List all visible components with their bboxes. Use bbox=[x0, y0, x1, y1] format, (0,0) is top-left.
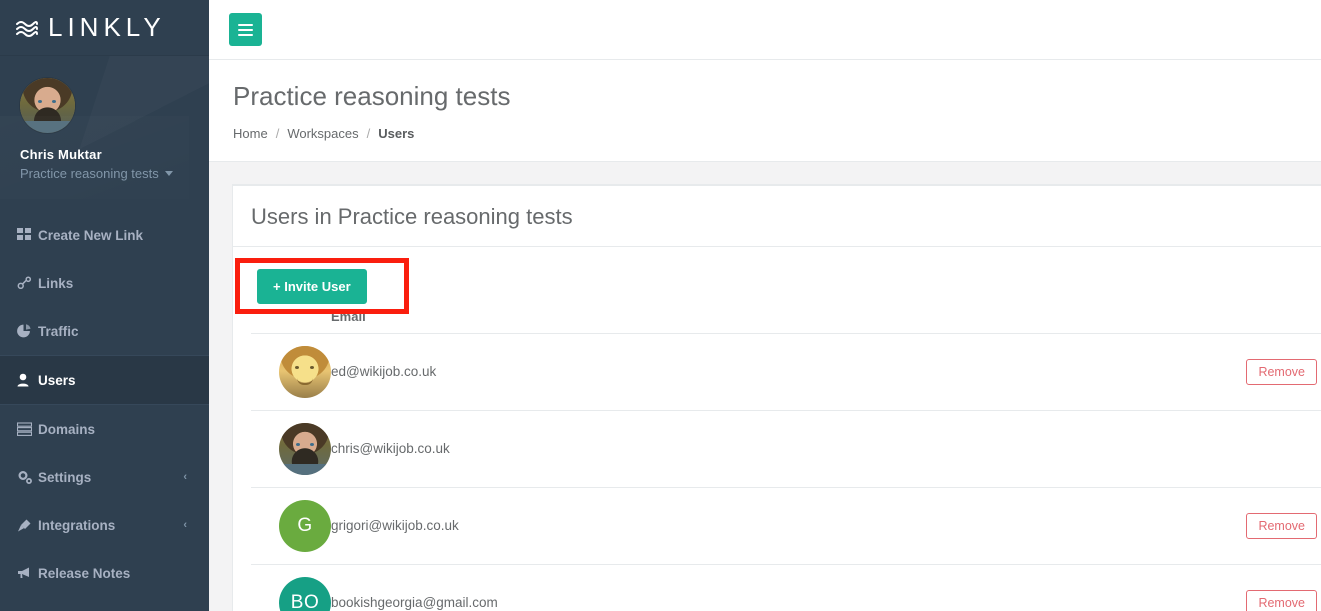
users-table: Email ed@wikijob.co.uk Remove chris@wiki… bbox=[251, 309, 1321, 611]
megaphone-icon bbox=[17, 566, 38, 580]
user-avatar-cell bbox=[251, 332, 331, 411]
breadcrumb-current: Users bbox=[378, 125, 415, 141]
user-action-cell bbox=[1203, 409, 1321, 488]
sidebar-item-label: Traffic bbox=[38, 323, 79, 339]
user-email: bookishgeorgia@gmail.com bbox=[331, 563, 1203, 611]
user-email: chris@wikijob.co.uk bbox=[331, 409, 1203, 488]
avatar-initials: G bbox=[297, 514, 313, 536]
workspace-name: Practice reasoning tests bbox=[20, 166, 159, 181]
page-title: Practice reasoning tests bbox=[233, 81, 511, 111]
topbar bbox=[209, 0, 1321, 60]
card-title: Users in Practice reasoning tests bbox=[251, 203, 573, 229]
card-body: + Invite User Email bbox=[233, 247, 1321, 611]
sidebar-item-label: Create New Link bbox=[38, 227, 144, 243]
sidebar-item-links[interactable]: Links bbox=[0, 259, 209, 307]
caret-down-icon bbox=[164, 171, 173, 176]
user-email: grigori@wikijob.co.uk bbox=[331, 486, 1203, 565]
waves-logo-icon bbox=[14, 17, 40, 39]
users-card: Users in Practice reasoning tests + Invi… bbox=[232, 183, 1321, 611]
hamburger-menu-icon[interactable] bbox=[229, 13, 262, 46]
email-column-header: Email bbox=[331, 308, 366, 324]
brand-logo[interactable]: LINKLY bbox=[0, 0, 209, 56]
users-table-body: ed@wikijob.co.uk Remove chris@wikijob.co… bbox=[251, 332, 1321, 611]
sidebar-item-help[interactable]: ? Help bbox=[0, 597, 209, 611]
invite-user-button-highlighted[interactable]: + Invite User bbox=[257, 269, 367, 304]
sidebar-profile: Chris Muktar Practice reasoning tests bbox=[0, 56, 209, 199]
sidebar-item-label: Users bbox=[38, 372, 76, 388]
user-action-cell: Remove bbox=[1203, 486, 1321, 565]
workspace-switcher[interactable]: Practice reasoning tests bbox=[20, 166, 209, 181]
avatar-column-header bbox=[251, 309, 331, 334]
avatar-initials: BO bbox=[290, 591, 320, 611]
remove-user-button[interactable]: Remove bbox=[1246, 358, 1317, 385]
user-avatar-cell: G bbox=[251, 486, 331, 565]
sidebar-item-settings[interactable]: Settings ‹ bbox=[0, 453, 209, 501]
breadcrumb: Home / Workspaces / Users bbox=[233, 126, 1297, 141]
sidebar-item-release-notes[interactable]: Release Notes bbox=[0, 549, 209, 597]
chevron-left-icon: ‹ bbox=[183, 470, 187, 483]
link-chain-icon bbox=[17, 276, 38, 290]
table-row: ed@wikijob.co.uk Remove bbox=[251, 332, 1321, 411]
pie-chart-icon bbox=[17, 324, 38, 338]
card-header: Users in Practice reasoning tests bbox=[233, 186, 1321, 247]
server-icon bbox=[17, 422, 38, 436]
chevron-left-icon: ‹ bbox=[183, 518, 187, 531]
sidebar-item-domains[interactable]: Domains bbox=[0, 405, 209, 453]
breadcrumb-separator: / bbox=[275, 125, 280, 141]
remove-user-button[interactable]: Remove bbox=[1246, 512, 1317, 539]
profile-name: Chris Muktar bbox=[20, 147, 102, 162]
user-action-cell: Remove bbox=[1203, 563, 1321, 611]
avatar: BO bbox=[279, 576, 331, 611]
gears-icon bbox=[17, 470, 38, 485]
breadcrumb-separator: / bbox=[366, 125, 371, 141]
remove-user-button[interactable]: Remove bbox=[1246, 589, 1317, 611]
plug-icon bbox=[17, 518, 38, 533]
action-column-header bbox=[1203, 309, 1321, 334]
table-header-row: Email bbox=[251, 309, 1321, 334]
sidebar: LINKLY Chris Muktar Practice reasoning t… bbox=[0, 0, 209, 611]
sidebar-item-label: Links bbox=[38, 275, 74, 291]
content-wrapper: Users in Practice reasoning tests + Invi… bbox=[209, 162, 1321, 611]
breadcrumb-home[interactable]: Home bbox=[233, 126, 268, 141]
user-icon bbox=[17, 373, 38, 387]
sidebar-item-label: Settings bbox=[38, 469, 92, 485]
sidebar-item-integrations[interactable]: Integrations ‹ bbox=[0, 501, 209, 549]
avatar bbox=[279, 345, 331, 398]
avatar: G bbox=[279, 499, 331, 552]
table-row: BO bookishgeorgia@gmail.com Remove bbox=[251, 563, 1321, 611]
main-content: Practice reasoning tests Home / Workspac… bbox=[209, 0, 1321, 611]
table-row: chris@wikijob.co.uk bbox=[251, 409, 1321, 488]
app-root: LINKLY Chris Muktar Practice reasoning t… bbox=[0, 0, 1321, 611]
users-table-head: Email bbox=[251, 309, 1321, 334]
page-header: Practice reasoning tests Home / Workspac… bbox=[209, 60, 1321, 162]
avatar bbox=[20, 78, 75, 133]
breadcrumb-workspaces[interactable]: Workspaces bbox=[287, 126, 358, 141]
invite-user-button-overlay[interactable]: + Invite User bbox=[257, 269, 367, 304]
sidebar-item-traffic[interactable]: Traffic bbox=[0, 307, 209, 355]
sidebar-item-label: Integrations bbox=[38, 517, 116, 533]
brand-name: LINKLY bbox=[48, 12, 166, 42]
sidebar-item-users[interactable]: Users bbox=[0, 355, 209, 405]
user-email: ed@wikijob.co.uk bbox=[331, 332, 1203, 411]
table-row: G grigori@wikijob.co.uk Remove bbox=[251, 486, 1321, 565]
grid-icon bbox=[17, 228, 38, 242]
user-avatar-cell bbox=[251, 409, 331, 488]
user-avatar-cell: BO bbox=[251, 563, 331, 611]
sidebar-item-label: Release Notes bbox=[38, 565, 131, 581]
sidebar-item-create-new-link[interactable]: Create New Link bbox=[0, 211, 209, 259]
avatar bbox=[279, 422, 331, 475]
sidebar-item-label: Domains bbox=[38, 421, 96, 437]
sidebar-nav: Create New Link Links Traffic Users Doma… bbox=[0, 211, 209, 611]
user-action-cell: Remove bbox=[1203, 332, 1321, 411]
